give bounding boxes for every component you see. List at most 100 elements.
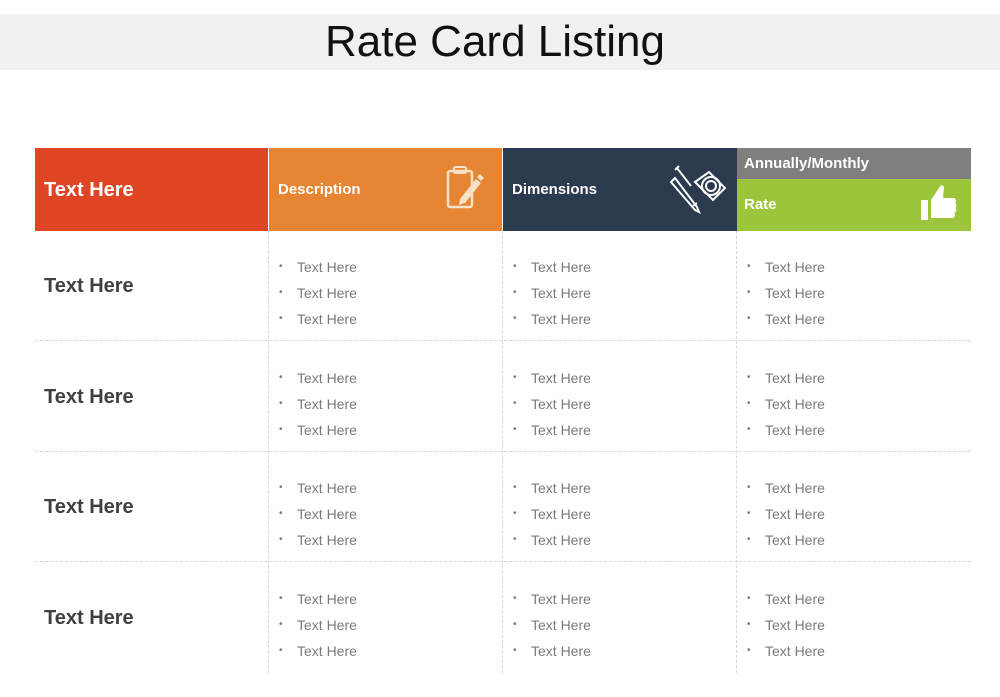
bullet-icon: • [279, 371, 283, 383]
bullet-icon: • [747, 313, 751, 324]
list-item: • Text Here [511, 280, 591, 306]
list-item: • Text Here [745, 417, 825, 443]
page-title: Rate Card Listing [325, 17, 665, 66]
bullet-icon: • [279, 644, 283, 656]
dimensions-list: • Text Here • Text Here • Text Here [511, 475, 591, 553]
list-item: • Text Here [277, 254, 357, 280]
table-row: Text Here • Text Here • Text Here • Text Here •… [35, 452, 971, 562]
bullet-icon: • [279, 423, 283, 435]
bullet-icon: • [279, 287, 283, 298]
list-item-text: Text Here [297, 590, 357, 607]
list-item-text: Text Here [765, 506, 825, 522]
list-item: • Text Here [277, 391, 357, 417]
rate-list: • Text Here • Text Here • Text Here [745, 475, 825, 553]
row-label: Text Here [44, 496, 134, 518]
list-item: • Text Here [745, 527, 825, 553]
cell-rate: • Text Here • Text Here • Text Here [737, 563, 971, 673]
header-first-label: Text Here [44, 179, 134, 201]
bullet-icon: • [279, 397, 283, 409]
list-item: • Text Here [745, 586, 825, 612]
cell-dimensions: • Text Here • Text Here • Text Here [503, 563, 737, 673]
bullet-icon: • [747, 508, 751, 519]
list-item: • Text Here [511, 365, 591, 391]
header-dimensions-label: Dimensions [512, 181, 598, 198]
rate-list: • Text Here • Text Here • Text Here [745, 254, 825, 332]
cell-dimensions: • Text Here • Text Here • Text Here [503, 342, 737, 452]
list-item: • Text Here [511, 417, 591, 443]
list-item-text: Text Here [531, 259, 591, 275]
bullet-icon: • [513, 313, 517, 324]
title-bar: Rate Card Listing [0, 14, 1000, 70]
list-item-text: Text Here [765, 480, 825, 496]
list-item: • Text Here [511, 391, 591, 417]
list-item: • Text Here [277, 527, 357, 553]
list-item-text: Text Here [531, 616, 591, 633]
bullet-icon: • [279, 508, 283, 519]
list-item: • Text Here [745, 475, 825, 501]
bullet-icon: • [747, 261, 751, 272]
list-item-text: Text Here [765, 285, 825, 301]
description-list: • Text Here • Text Here • Text Here [277, 475, 357, 553]
list-item-text: Text Here [531, 480, 591, 496]
list-item-text: Text Here [531, 285, 591, 301]
list-item: • Text Here [745, 391, 825, 417]
header-col-first: Text Here [35, 148, 268, 231]
header-rate-label: Rate [744, 196, 777, 213]
bullet-icon: • [747, 592, 751, 604]
row-label: Text Here [44, 385, 134, 408]
description-list: • Text Here • Text Here • Text Here [277, 586, 357, 664]
list-item: • Text Here [745, 612, 825, 638]
bullet-icon: • [747, 534, 751, 545]
list-item-text: Text Here [765, 642, 825, 659]
bullet-icon: • [513, 508, 517, 519]
bullet-icon: • [279, 534, 283, 545]
bullet-icon: • [747, 287, 751, 298]
list-item-text: Text Here [531, 369, 591, 386]
cell-description: • Text Here • Text Here • Text Here [269, 342, 503, 452]
list-item-text: Text Here [297, 616, 357, 633]
tape-measure-pencil-icon [669, 165, 727, 215]
bullet-icon: • [513, 397, 517, 409]
list-item: • Text Here [511, 612, 591, 638]
cell-description: • Text Here • Text Here • Text Here [269, 231, 503, 341]
list-item-text: Text Here [765, 532, 825, 548]
bullet-icon: • [279, 618, 283, 630]
header-col-rate: Annually/Monthly Rate [737, 148, 971, 231]
description-list: • Text Here • Text Here • Text Here [277, 254, 357, 332]
list-item: • Text Here [277, 638, 357, 664]
list-item-text: Text Here [531, 311, 591, 327]
list-item-text: Text Here [531, 395, 591, 412]
bullet-icon: • [513, 261, 517, 272]
list-item-text: Text Here [531, 532, 591, 548]
header-rate-period-label: Annually/Monthly [744, 155, 869, 172]
list-item-text: Text Here [531, 506, 591, 522]
bullet-icon: • [747, 618, 751, 630]
list-item: • Text Here [277, 501, 357, 527]
header-rate-period: Annually/Monthly [737, 148, 971, 179]
bullet-icon: • [513, 618, 517, 630]
list-item: • Text Here [745, 365, 825, 391]
bullet-icon: • [747, 644, 751, 656]
list-item: • Text Here [277, 280, 357, 306]
list-item: • Text Here [745, 254, 825, 280]
list-item-text: Text Here [297, 285, 357, 301]
list-item-text: Text Here [765, 259, 825, 275]
list-item: • Text Here [745, 306, 825, 332]
list-item: • Text Here [277, 586, 357, 612]
list-item: • Text Here [277, 306, 357, 332]
rate-list: • Text Here • Text Here • Text Here [745, 365, 825, 443]
list-item: • Text Here [277, 417, 357, 443]
table-row: Text Here • Text Here • Text Here • Text Here •… [35, 563, 971, 673]
bullet-icon: • [747, 482, 751, 493]
bullet-icon: • [513, 644, 517, 656]
cell-rate: • Text Here • Text Here • Text Here [737, 231, 971, 341]
dimensions-list: • Text Here • Text Here • Text Here [511, 586, 591, 664]
list-item-text: Text Here [297, 642, 357, 659]
cell-rate: • Text Here • Text Here • Text Here [737, 452, 971, 562]
header-col-description: Description [269, 148, 502, 231]
description-list: • Text Here • Text Here • Text Here [277, 365, 357, 443]
cell-description: • Text Here • Text Here • Text Here [269, 563, 503, 673]
list-item: • Text Here [745, 280, 825, 306]
list-item-text: Text Here [765, 421, 825, 438]
list-item: • Text Here [511, 586, 591, 612]
